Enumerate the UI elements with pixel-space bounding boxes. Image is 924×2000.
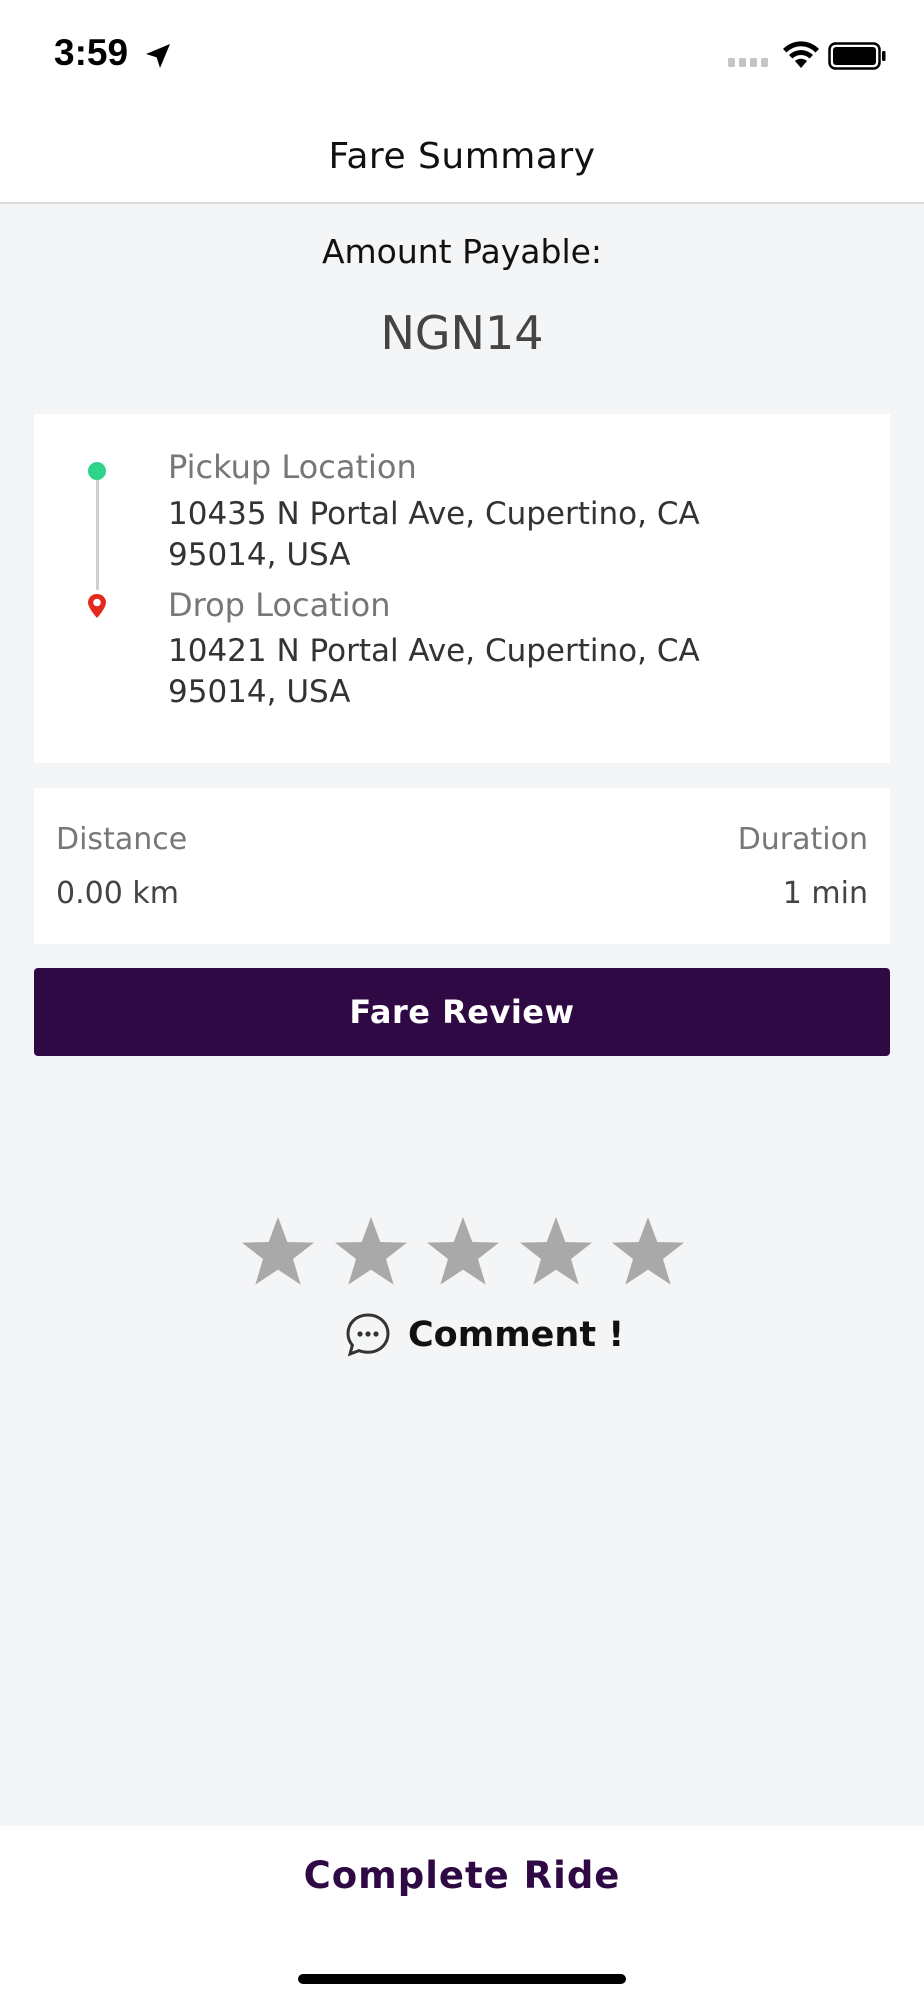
- star-icon[interactable]: [238, 1212, 318, 1292]
- fare-review-button[interactable]: Fare Review: [34, 968, 890, 1056]
- header: Fare Summary: [0, 110, 924, 204]
- distance-label: Distance: [56, 822, 188, 857]
- star-rating: [238, 1212, 688, 1298]
- cellular-signal-icon: [728, 58, 768, 67]
- star-icon[interactable]: [516, 1212, 596, 1292]
- route-line: [96, 480, 99, 590]
- pickup-dot-icon: [88, 462, 106, 480]
- star-icon[interactable]: [331, 1212, 411, 1292]
- page-title: Fare Summary: [328, 135, 596, 177]
- comment-bubble-icon: [346, 1313, 390, 1357]
- bottom-bar: Complete Ride: [0, 1826, 924, 2000]
- complete-ride-button[interactable]: Complete Ride: [0, 1854, 924, 1897]
- duration-label: Duration: [737, 822, 868, 857]
- trip-info-card: Distance 0.00 km Duration 1 min: [34, 788, 890, 944]
- distance-value: 0.00 km: [56, 876, 179, 911]
- home-indicator: [298, 1974, 626, 1984]
- location-arrow-icon: [146, 44, 170, 68]
- wifi-icon: [783, 41, 819, 68]
- pickup-address-line-2: 95014, USA: [168, 537, 351, 573]
- star-icon[interactable]: [423, 1212, 503, 1292]
- battery-icon: [828, 42, 886, 70]
- drop-location-address: 10421 N Portal Ave, Cupertino, CA 95014,…: [168, 631, 788, 713]
- pickup-location-address: 10435 N Portal Ave, Cupertino, CA 95014,…: [168, 494, 788, 576]
- drop-pin-icon: [88, 594, 106, 618]
- status-bar: 3:59: [0, 0, 924, 110]
- location-card: Pickup Location 10435 N Portal Ave, Cupe…: [34, 414, 890, 763]
- duration-value: 1 min: [782, 876, 868, 911]
- pickup-address-line-1: 10435 N Portal Ave, Cupertino, CA: [168, 496, 700, 532]
- drop-address-line-2: 95014, USA: [168, 674, 351, 710]
- drop-location-label: Drop Location: [168, 586, 391, 624]
- amount-value: NGN14: [380, 306, 544, 360]
- pickup-location-label: Pickup Location: [168, 448, 417, 486]
- comment-button[interactable]: Comment !: [344, 1310, 624, 1360]
- comment-label: Comment !: [408, 1315, 625, 1355]
- amount-label: Amount Payable:: [321, 232, 603, 271]
- status-time: 3:59: [54, 32, 129, 73]
- drop-address-line-1: 10421 N Portal Ave, Cupertino, CA: [168, 633, 700, 669]
- star-icon[interactable]: [608, 1212, 688, 1292]
